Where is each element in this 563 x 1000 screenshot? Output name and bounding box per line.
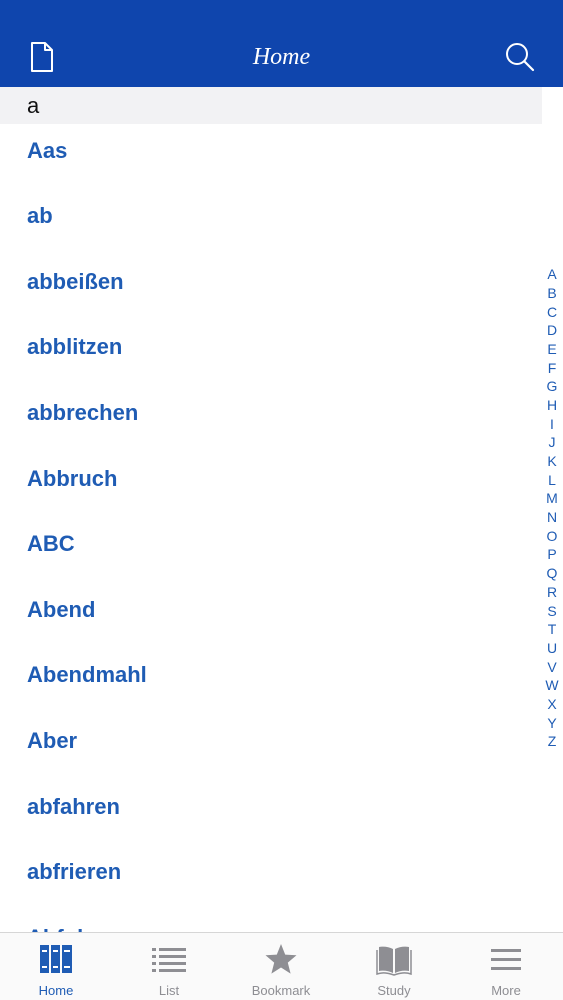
tab-label: Bookmark <box>251 983 311 998</box>
page-title: Home <box>252 44 311 70</box>
list-item[interactable]: abbeißen <box>27 262 124 302</box>
tab-label: List <box>158 983 180 998</box>
index-letter-s[interactable]: S <box>541 602 563 620</box>
word-list[interactable]: Aas ab abbeißen abblitzen abbrechen Abbr… <box>0 124 540 932</box>
list-item[interactable]: Abfuhr <box>27 918 99 932</box>
tab-list[interactable]: List <box>113 933 225 1000</box>
tab-home[interactable]: Home <box>0 933 112 1000</box>
index-letter-w[interactable]: W <box>541 676 563 694</box>
list-item[interactable]: abblitzen <box>27 327 122 367</box>
tab-study[interactable]: Study <box>338 933 450 1000</box>
tab-label: Study <box>377 983 411 998</box>
index-letter-f[interactable]: F <box>541 359 563 377</box>
list-item[interactable]: ab <box>27 196 53 236</box>
index-letter-l[interactable]: L <box>541 471 563 489</box>
list-item[interactable]: Abend <box>27 590 95 630</box>
list-item[interactable]: abfahren <box>27 787 120 827</box>
tab-more[interactable]: More <box>450 933 562 1000</box>
list-item[interactable]: abfrieren <box>27 852 121 892</box>
star-icon <box>265 944 297 974</box>
index-letter-q[interactable]: Q <box>541 564 563 582</box>
index-letter-t[interactable]: T <box>541 620 563 638</box>
section-header: a <box>0 87 542 124</box>
list-item[interactable]: Aber <box>27 721 77 761</box>
tab-label: Home <box>38 983 74 998</box>
index-letter-d[interactable]: D <box>541 321 563 339</box>
index-letter-v[interactable]: V <box>541 658 563 676</box>
index-letter-k[interactable]: K <box>541 452 563 470</box>
section-letter: a <box>27 93 40 118</box>
tab-label: More <box>491 983 521 998</box>
index-letter-p[interactable]: P <box>541 545 563 563</box>
menu-icon <box>491 949 521 970</box>
list-icon <box>152 948 186 972</box>
list-item[interactable]: Aas <box>27 131 67 171</box>
search-icon <box>506 43 535 72</box>
tab-bookmark[interactable]: Bookmark <box>225 933 337 1000</box>
index-letter-e[interactable]: E <box>541 340 563 358</box>
index-letter-b[interactable]: B <box>541 284 563 302</box>
list-item[interactable]: abbrechen <box>27 393 138 433</box>
index-letter-u[interactable]: U <box>541 639 563 657</box>
index-letter-a[interactable]: A <box>541 265 563 283</box>
index-letter-g[interactable]: G <box>541 377 563 395</box>
index-letter-i[interactable]: I <box>541 415 563 433</box>
index-letter-c[interactable]: C <box>541 303 563 321</box>
list-item[interactable]: ABC <box>27 524 75 564</box>
index-letter-y[interactable]: Y <box>541 714 563 732</box>
list-item[interactable]: Abendmahl <box>27 655 147 695</box>
tab-bar: Home List Bookmark Study More <box>0 932 563 1000</box>
index-letter-m[interactable]: M <box>541 489 563 507</box>
index-letter-h[interactable]: H <box>541 396 563 414</box>
index-letter-n[interactable]: N <box>541 508 563 526</box>
open-book-icon <box>376 946 412 976</box>
nav-header: Home <box>0 0 563 87</box>
list-item[interactable]: Abbruch <box>27 459 117 499</box>
index-letter-o[interactable]: O <box>541 527 563 545</box>
app-root: Home a Aas ab abbeißen abblitzen abbrech… <box>0 0 563 1000</box>
index-letter-j[interactable]: J <box>541 433 563 451</box>
index-letter-r[interactable]: R <box>541 583 563 601</box>
books-icon <box>40 945 72 973</box>
search-button[interactable] <box>502 40 538 74</box>
index-letter-x[interactable]: X <box>541 695 563 713</box>
index-letter-z[interactable]: Z <box>541 732 563 750</box>
